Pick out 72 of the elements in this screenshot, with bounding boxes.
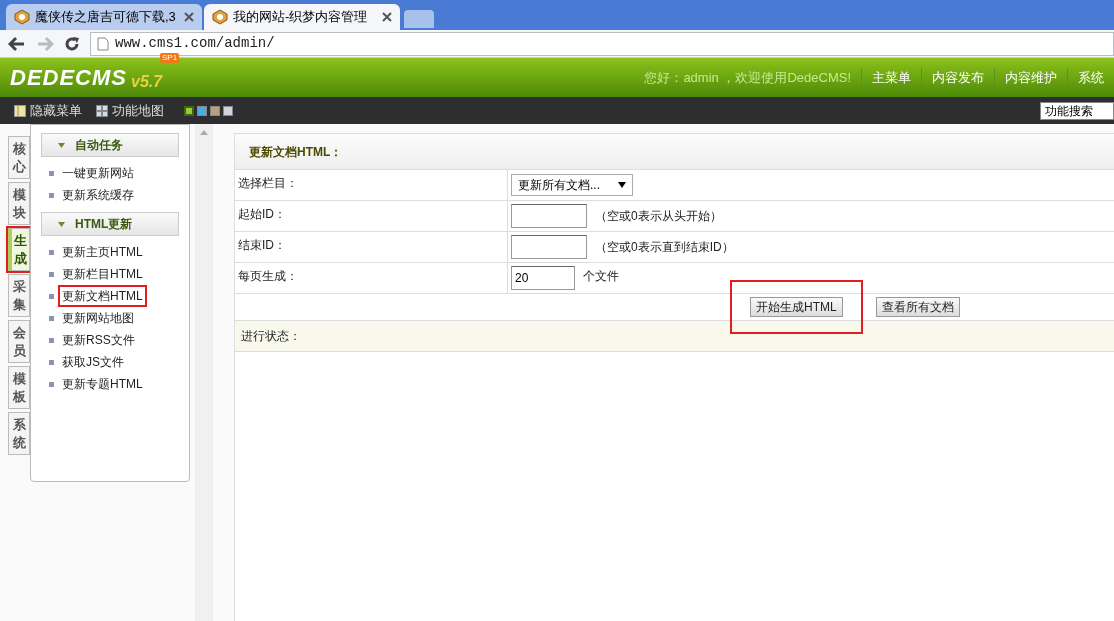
panel-icon: [14, 104, 26, 117]
form-header: 更新文档HTML：: [235, 134, 1114, 170]
grid-icon: [96, 104, 108, 117]
bullet-icon: [49, 170, 54, 176]
site-icon: [212, 9, 228, 25]
side-tab[interactable]: 会员: [8, 320, 30, 363]
tab-title: 我的网站-织梦内容管理: [233, 8, 369, 27]
menu-item[interactable]: 更新文档HTML: [41, 285, 179, 307]
menu-item[interactable]: 一键更新网站: [41, 162, 179, 184]
close-icon[interactable]: [184, 12, 194, 22]
status-label: 进行状态：: [241, 328, 301, 345]
menu-item[interactable]: 更新网站地图: [41, 307, 179, 329]
field-hint: （空或0表示从头开始）: [595, 208, 722, 225]
search-field[interactable]: 功能搜索: [1040, 101, 1114, 120]
form-button[interactable]: 查看所有文档: [875, 297, 960, 317]
bullet-icon: [49, 192, 54, 198]
logo: DEDECMS: [10, 64, 127, 92]
menu-item[interactable]: 更新专题HTML: [41, 373, 179, 395]
input-field[interactable]: 20: [511, 266, 575, 290]
address-field[interactable]: www.cms1.com/admin/: [90, 31, 1114, 56]
menu-group-header[interactable]: 自动任务: [41, 133, 179, 157]
tab-title: 魔侠传之唐吉可德下载,3: [35, 8, 177, 27]
reload-icon[interactable]: [64, 35, 80, 52]
menu-item[interactable]: 获取JS文件: [41, 351, 179, 373]
badge: SP1: [160, 53, 180, 63]
input-field[interactable]: [511, 204, 587, 228]
field-hint: （空或0表示直到结束ID）: [595, 239, 734, 256]
menu-item[interactable]: 更新栏目HTML: [41, 263, 179, 285]
side-tab[interactable]: 核心: [8, 136, 30, 179]
bullet-icon: [49, 381, 54, 387]
input-field[interactable]: [511, 235, 587, 259]
toolbar-link[interactable]: 功能地图: [96, 100, 164, 121]
field-label: 每页生成：: [235, 263, 508, 293]
caret-icon: [58, 142, 65, 148]
field-label: 起始ID：: [235, 201, 508, 231]
side-tab[interactable]: 生成: [8, 228, 30, 271]
bullet-icon: [49, 337, 54, 343]
bullet-icon: [49, 249, 54, 255]
skin-swatch[interactable]: [210, 105, 220, 116]
side-tab[interactable]: 模板: [8, 366, 30, 409]
menu-item[interactable]: 更新系统缓存: [41, 184, 179, 206]
toolbar-link[interactable]: 隐藏菜单: [14, 100, 82, 121]
menu-item[interactable]: 更新RSS文件: [41, 329, 179, 351]
browser-tab[interactable]: 我的网站-织梦内容管理: [204, 4, 400, 30]
browser-tab[interactable]: 魔侠传之唐吉可德下载,3: [6, 4, 202, 30]
caret-icon: [58, 221, 65, 227]
menu-group-header[interactable]: HTML更新: [41, 212, 179, 236]
column-select[interactable]: 更新所有文档...: [511, 174, 633, 196]
version-label: v5.7: [131, 72, 163, 92]
bullet-icon: [49, 271, 54, 277]
skin-swatch[interactable]: [184, 105, 194, 116]
close-icon[interactable]: [382, 12, 392, 22]
bullet-icon: [49, 359, 54, 365]
field-hint: 个文件: [583, 268, 619, 285]
scrollbar[interactable]: [195, 124, 213, 621]
caret-icon: [618, 182, 626, 188]
back-icon[interactable]: [8, 35, 26, 52]
bullet-icon: [49, 293, 54, 299]
scroll-up-icon: [200, 130, 208, 135]
page-icon: [97, 36, 109, 51]
skin-swatch[interactable]: [197, 105, 207, 116]
field-label: 选择栏目：: [235, 170, 508, 200]
side-tab[interactable]: 采集: [8, 274, 30, 317]
field-label: 结束ID：: [235, 232, 508, 262]
skin-swatch[interactable]: [223, 105, 233, 116]
side-tab[interactable]: 系统: [8, 412, 30, 455]
bullet-icon: [49, 315, 54, 321]
menu-item[interactable]: 更新主页HTML: [41, 241, 179, 263]
side-tab[interactable]: 模块: [8, 182, 30, 225]
site-icon: [14, 9, 30, 25]
greeting-text: 您好：admin ，欢迎使用DedeCMS!: [644, 68, 851, 87]
form-button[interactable]: 开始生成HTML: [750, 297, 843, 317]
